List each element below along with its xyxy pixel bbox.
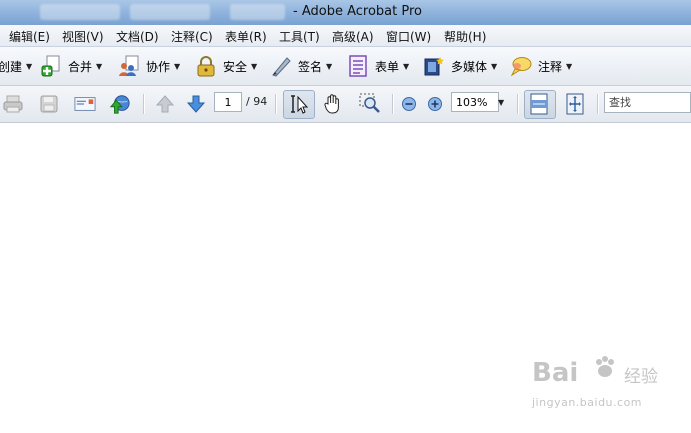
next-page-button[interactable] <box>185 93 207 115</box>
task-label: 合并 <box>68 59 93 74</box>
dropdown-arrow-icon: ▼ <box>174 61 181 71</box>
envelope-icon <box>74 97 96 111</box>
upload-button[interactable] <box>109 93 131 115</box>
task-secure[interactable]: 安全 ▼ <box>195 54 257 78</box>
toolbar-separator <box>275 94 277 114</box>
task-label: 注释 <box>538 59 563 74</box>
zoom-level-input[interactable]: 103% <box>451 92 499 112</box>
page-count: / 94 <box>246 95 268 108</box>
hand-icon <box>324 94 339 114</box>
title-bar: - Adobe Acrobat Pro <box>0 0 691 25</box>
watermark-logo-text: Bai <box>532 358 579 388</box>
dropdown-arrow-icon: ▼ <box>326 61 333 71</box>
marquee-zoom-icon <box>359 93 380 113</box>
task-toolbar: 创建 ▼ 合并 ▼ 协作 ▼ 安全 ▼ 签名 ▼ 表单 ▼ 多媒体 ▼ 注释 ▼ <box>0 47 691 86</box>
printer-icon <box>3 95 23 113</box>
speech-bubble-icon <box>510 57 532 77</box>
toolbar-separator <box>517 94 519 114</box>
globe-up-arrow-icon <box>109 95 130 114</box>
task-label: 安全 <box>223 59 248 74</box>
hand-tool-button[interactable] <box>322 93 344 115</box>
collaborate-icon <box>119 55 139 76</box>
arrow-up-icon <box>155 95 175 113</box>
minus-circle-icon <box>402 97 416 111</box>
navigation-toolbar <box>0 86 691 123</box>
menu-help[interactable]: 帮助(H) <box>444 28 486 45</box>
toolbar-separator <box>143 94 145 114</box>
expand-arrows-icon <box>566 93 584 115</box>
task-label: 创建 <box>0 59 23 74</box>
dropdown-arrow-icon: ▼ <box>96 61 103 71</box>
floppy-disk-icon <box>40 95 58 113</box>
menu-edit[interactable]: 编辑(E) <box>9 28 50 45</box>
baidu-jingyan-watermark: Bai u 经验 jingyan.baidu.com <box>532 356 658 409</box>
dropdown-arrow-icon: ▼ <box>491 61 498 71</box>
blurred-title-region <box>230 4 285 20</box>
task-label: 签名 <box>298 59 323 74</box>
document-viewport[interactable] <box>0 123 691 433</box>
task-label: 协作 <box>146 59 171 74</box>
dropdown-arrow-icon: ▼ <box>403 61 410 71</box>
save-button[interactable] <box>38 93 60 115</box>
task-sign[interactable]: 签名 ▼ <box>270 54 332 78</box>
dropdown-arrow-icon: ▼ <box>26 61 33 71</box>
menu-advanced[interactable]: 高级(A) <box>332 28 374 45</box>
task-create[interactable]: 创建 ▼ <box>0 54 32 78</box>
plus-circle-icon <box>428 97 442 111</box>
task-comment[interactable]: 注释 ▼ <box>510 54 572 78</box>
email-button[interactable] <box>74 93 96 115</box>
zoom-in-button[interactable] <box>424 93 446 115</box>
combine-plus-icon <box>41 55 60 77</box>
fit-page-button[interactable] <box>528 93 550 115</box>
watermark-jingyan: 经验 <box>624 367 658 387</box>
menu-window[interactable]: 窗口(W) <box>386 28 431 45</box>
window-title: - Adobe Acrobat Pro <box>293 4 422 19</box>
full-screen-button[interactable] <box>564 93 586 115</box>
film-icon <box>424 57 444 76</box>
dropdown-arrow-icon: ▼ <box>566 61 573 71</box>
dropdown-arrow-icon: ▼ <box>251 61 258 71</box>
menu-forms[interactable]: 表单(R) <box>225 28 267 45</box>
zoom-out-button[interactable] <box>398 93 420 115</box>
toolbar-separator <box>392 94 394 114</box>
toolbar-separator <box>597 94 599 114</box>
form-icon <box>349 55 367 77</box>
find-input[interactable]: 查找 <box>604 92 691 113</box>
arrow-down-icon <box>186 95 206 113</box>
pen-icon <box>272 57 291 77</box>
lock-icon <box>197 56 215 77</box>
task-combine[interactable]: 合并 ▼ <box>40 54 102 78</box>
task-forms[interactable]: 表单 ▼ <box>347 54 409 78</box>
blurred-title-region <box>130 4 210 20</box>
watermark-url: jingyan.baidu.com <box>532 396 643 409</box>
menu-tools[interactable]: 工具(T) <box>279 28 320 45</box>
menu-document[interactable]: 文档(D) <box>116 28 159 45</box>
marquee-zoom-button[interactable] <box>359 93 381 115</box>
menu-view[interactable]: 视图(V) <box>62 28 104 45</box>
menu-comment[interactable]: 注释(C) <box>171 28 213 45</box>
text-cursor-arrow-icon <box>291 95 309 114</box>
menu-bar: 编辑(E) 视图(V) 文档(D) 注释(C) 表单(R) 工具(T) 高级(A… <box>0 25 691 47</box>
task-collaborate[interactable]: 协作 ▼ <box>118 54 180 78</box>
print-button[interactable] <box>2 93 24 115</box>
task-label: 多媒体 <box>451 59 488 74</box>
task-multimedia[interactable]: 多媒体 ▼ <box>423 54 497 78</box>
fit-page-icon <box>530 93 548 115</box>
task-label: 表单 <box>375 59 400 74</box>
zoom-dropdown-arrow-icon[interactable]: ▼ <box>498 98 504 107</box>
page-number-input[interactable]: 1 <box>214 92 242 112</box>
previous-page-button[interactable] <box>154 93 176 115</box>
paw-icon <box>596 356 614 377</box>
blurred-title-region <box>40 4 120 20</box>
select-tool-button[interactable] <box>288 93 310 115</box>
